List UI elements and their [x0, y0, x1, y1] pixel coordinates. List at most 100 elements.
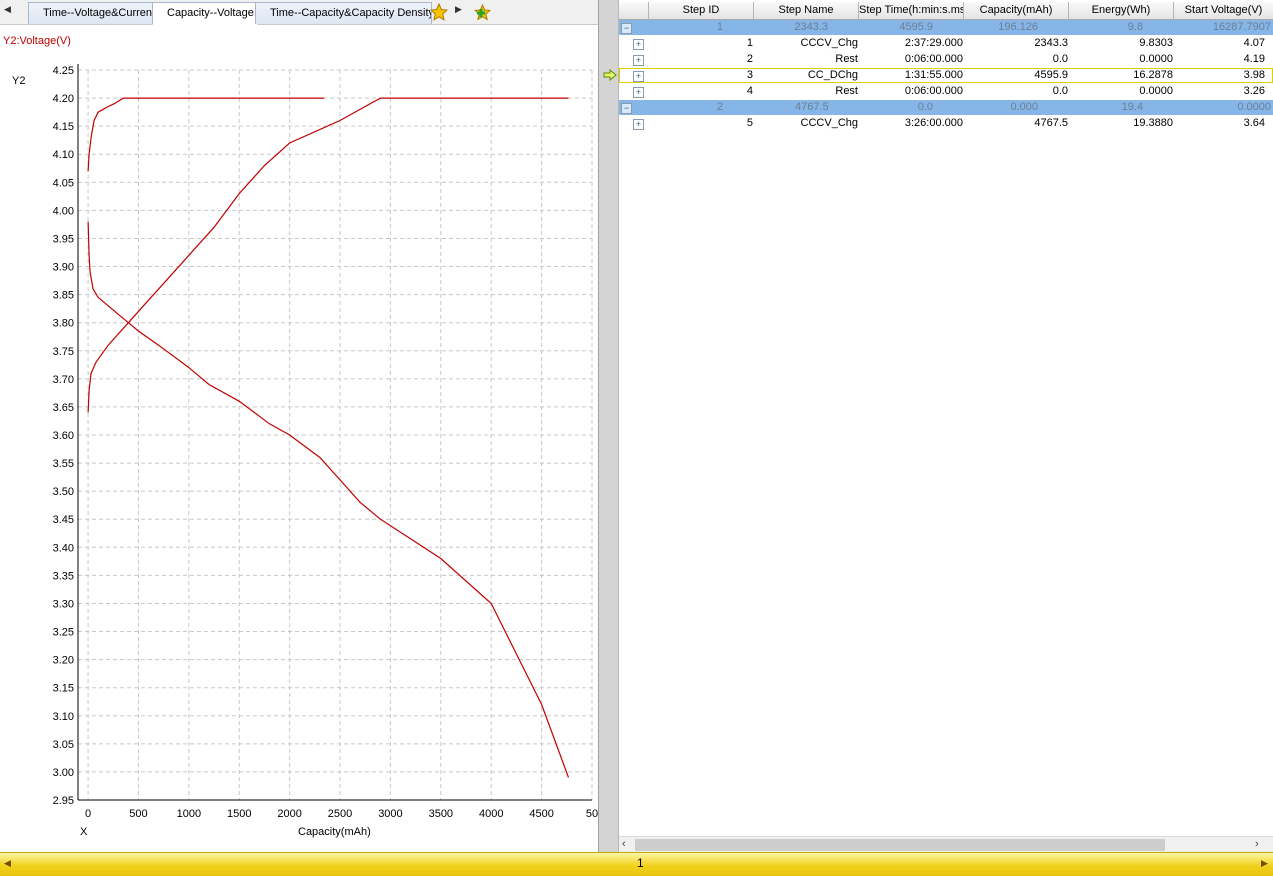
group-cell: 0.0: [917, 101, 933, 113]
column-header-step-time[interactable]: Step Time(h:min:s.ms): [859, 2, 964, 20]
y-tick-label: 4.15: [53, 121, 74, 133]
current-row-arrow-icon: [603, 69, 617, 81]
step-row[interactable]: + 5 CCCV_Chg 3:26:00.000 4767.5 19.3880 …: [619, 116, 1273, 131]
step-time-cell: 0:06:00.000: [904, 53, 963, 65]
cycle-group-row[interactable]: − 1 2343.3 4595.9 196.126 9.8 16287.7907: [619, 20, 1273, 35]
step-row[interactable]: + 2 Rest 0:06:00.000 0.0 0.0000 4.19: [619, 52, 1273, 67]
cycle-group-row[interactable]: − 2 4767.5 0.0 0.000 19.4 0.0000: [619, 100, 1273, 115]
page-number: 1: [637, 856, 644, 870]
collapse-icon[interactable]: −: [621, 23, 632, 34]
tab-scroll-right-icon[interactable]: ▶: [455, 4, 462, 15]
start-voltage-cell: 4.07: [1243, 37, 1265, 49]
step-data-grid[interactable]: Step ID Step Name Step Time(h:min:s.ms) …: [619, 0, 1273, 852]
scroll-right-icon[interactable]: ›: [1255, 838, 1259, 850]
tab-time-capacity-density[interactable]: Time--Capacity&Capacity Density: [255, 2, 432, 24]
scrollbar-thumb[interactable]: [635, 839, 1165, 851]
x-tick-label: 2000: [277, 808, 301, 820]
step-row[interactable]: + 4 Rest 0:06:00.000 0.0 0.0000 3.26: [619, 84, 1273, 99]
y-tick-label: 3.70: [53, 374, 74, 386]
group-cell: 2343.3: [794, 21, 828, 33]
group-cell: 9.8: [1127, 21, 1143, 33]
y-tick-label: 3.25: [53, 627, 74, 639]
column-header-energy[interactable]: Energy(Wh): [1069, 2, 1174, 20]
start-voltage-cell: 4.19: [1243, 53, 1265, 65]
group-cell: 4595.9: [899, 21, 933, 33]
group-cell: 16287.7907: [1212, 21, 1271, 33]
expand-icon[interactable]: +: [633, 55, 644, 66]
group-cell: 4767.5: [795, 101, 828, 113]
capacity-voltage-chart[interactable]: Y2:Voltage(V) Y2 X Capacity(mAh) 2.95 3.0…: [0, 25, 598, 851]
navigator-right-icon[interactable]: ▶: [1261, 858, 1268, 869]
y-tick-label: 3.00: [53, 767, 74, 779]
step-row-current[interactable]: + 3 CC_DChg 1:31:55.000 4595.9 16.2878 3…: [619, 68, 1273, 83]
group-cell: 0.000: [1010, 101, 1038, 113]
y-tick-label: 3.05: [53, 739, 74, 751]
tab-capacity-voltage[interactable]: Capacity--Voltage: [152, 2, 258, 25]
energy-cell: 19.3880: [1133, 117, 1173, 129]
expand-icon[interactable]: +: [633, 39, 644, 50]
step-row[interactable]: + 1 CCCV_Chg 2:37:29.000 2343.3 9.8303 4…: [619, 36, 1273, 51]
step-id-cell: 4: [746, 85, 753, 97]
column-header-capacity[interactable]: Capacity(mAh): [964, 2, 1069, 20]
start-voltage-cell: 3.64: [1243, 117, 1265, 129]
step-id-cell: 3: [746, 69, 753, 81]
grid-header-corner: [619, 2, 649, 20]
group-cell: 19.4: [1121, 101, 1143, 113]
y-tick-label: 3.50: [53, 486, 74, 498]
step-time-cell: 0:06:00.000: [904, 85, 963, 97]
y-tick-label: 4.05: [53, 177, 74, 189]
y-tick-label: 3.20: [53, 655, 74, 667]
chart-plot-area[interactable]: 2.95 3.00 3.05 3.10 3.15 3.20 3.25 3.30 3.35 3.40…: [0, 25, 598, 851]
group-cell: 196.126: [998, 21, 1038, 33]
add-favorite-icon[interactable]: [474, 4, 491, 21]
collapse-icon[interactable]: −: [621, 103, 632, 114]
y-tick-label: 3.65: [53, 402, 74, 414]
y-tick-label: 2.95: [53, 795, 74, 807]
step-name-cell: CCCV_Chg: [800, 37, 858, 49]
y-tick-label: 3.15: [53, 683, 74, 695]
y-tick-label: 4.20: [53, 93, 74, 105]
y-tick-label: 4.00: [53, 205, 74, 217]
capacity-cell: 2343.3: [1034, 37, 1068, 49]
x-tick-label: 4500: [529, 808, 553, 820]
step-time-cell: 1:31:55.000: [904, 69, 963, 81]
tab-label: Time--Voltage&Current: [43, 7, 156, 19]
series-line-3: [87, 97, 569, 413]
chart-tab-bar: ◀ Time--Voltage&Current Capacity--Voltag…: [0, 0, 598, 25]
capacity-cell: 0.0: [1052, 53, 1068, 65]
tab-label: Capacity--Voltage: [167, 7, 254, 19]
energy-cell: 16.2878: [1133, 69, 1173, 81]
step-id-cell: 5: [746, 117, 753, 129]
expand-icon[interactable]: +: [633, 71, 644, 82]
x-tick-label: 3500: [429, 808, 453, 820]
x-tick-label: 50: [586, 808, 598, 820]
step-id-cell: 2: [746, 53, 753, 65]
expand-icon[interactable]: +: [633, 87, 644, 98]
navigator-left-icon[interactable]: ◀: [4, 858, 11, 869]
tab-time-voltage-current[interactable]: Time--Voltage&Current: [28, 2, 156, 24]
step-name-cell: Rest: [835, 85, 858, 97]
step-name-cell: CC_DChg: [807, 69, 858, 81]
column-header-start-voltage[interactable]: Start Voltage(V): [1174, 2, 1273, 20]
step-time-cell: 3:26:00.000: [904, 117, 963, 129]
scroll-left-icon[interactable]: ‹: [622, 838, 626, 850]
column-header-step-id[interactable]: Step ID: [649, 2, 754, 20]
group-cell: 0.0000: [1237, 101, 1271, 113]
star-icon[interactable]: [430, 3, 448, 21]
tab-scroll-left-icon[interactable]: ◀: [4, 4, 11, 15]
capacity-cell: 4595.9: [1034, 69, 1068, 81]
y-tick-label: 3.85: [53, 290, 74, 302]
group-cell: 2: [716, 101, 723, 113]
series-line-1: [87, 97, 325, 172]
grid-horizontal-scrollbar[interactable]: ‹ ›: [619, 836, 1273, 853]
column-header-step-name[interactable]: Step Name: [754, 2, 859, 20]
step-name-cell: Rest: [835, 53, 858, 65]
capacity-cell: 0.0: [1052, 85, 1068, 97]
group-cell: 1: [716, 21, 723, 33]
y-tick-label: 3.80: [53, 318, 74, 330]
pane-splitter[interactable]: [598, 0, 619, 852]
y-tick-label: 3.55: [53, 458, 74, 470]
expand-icon[interactable]: +: [633, 119, 644, 130]
x-tick-label: 1500: [227, 808, 251, 820]
cycle-navigator-bar[interactable]: ◀ 1 ▶: [0, 852, 1273, 876]
